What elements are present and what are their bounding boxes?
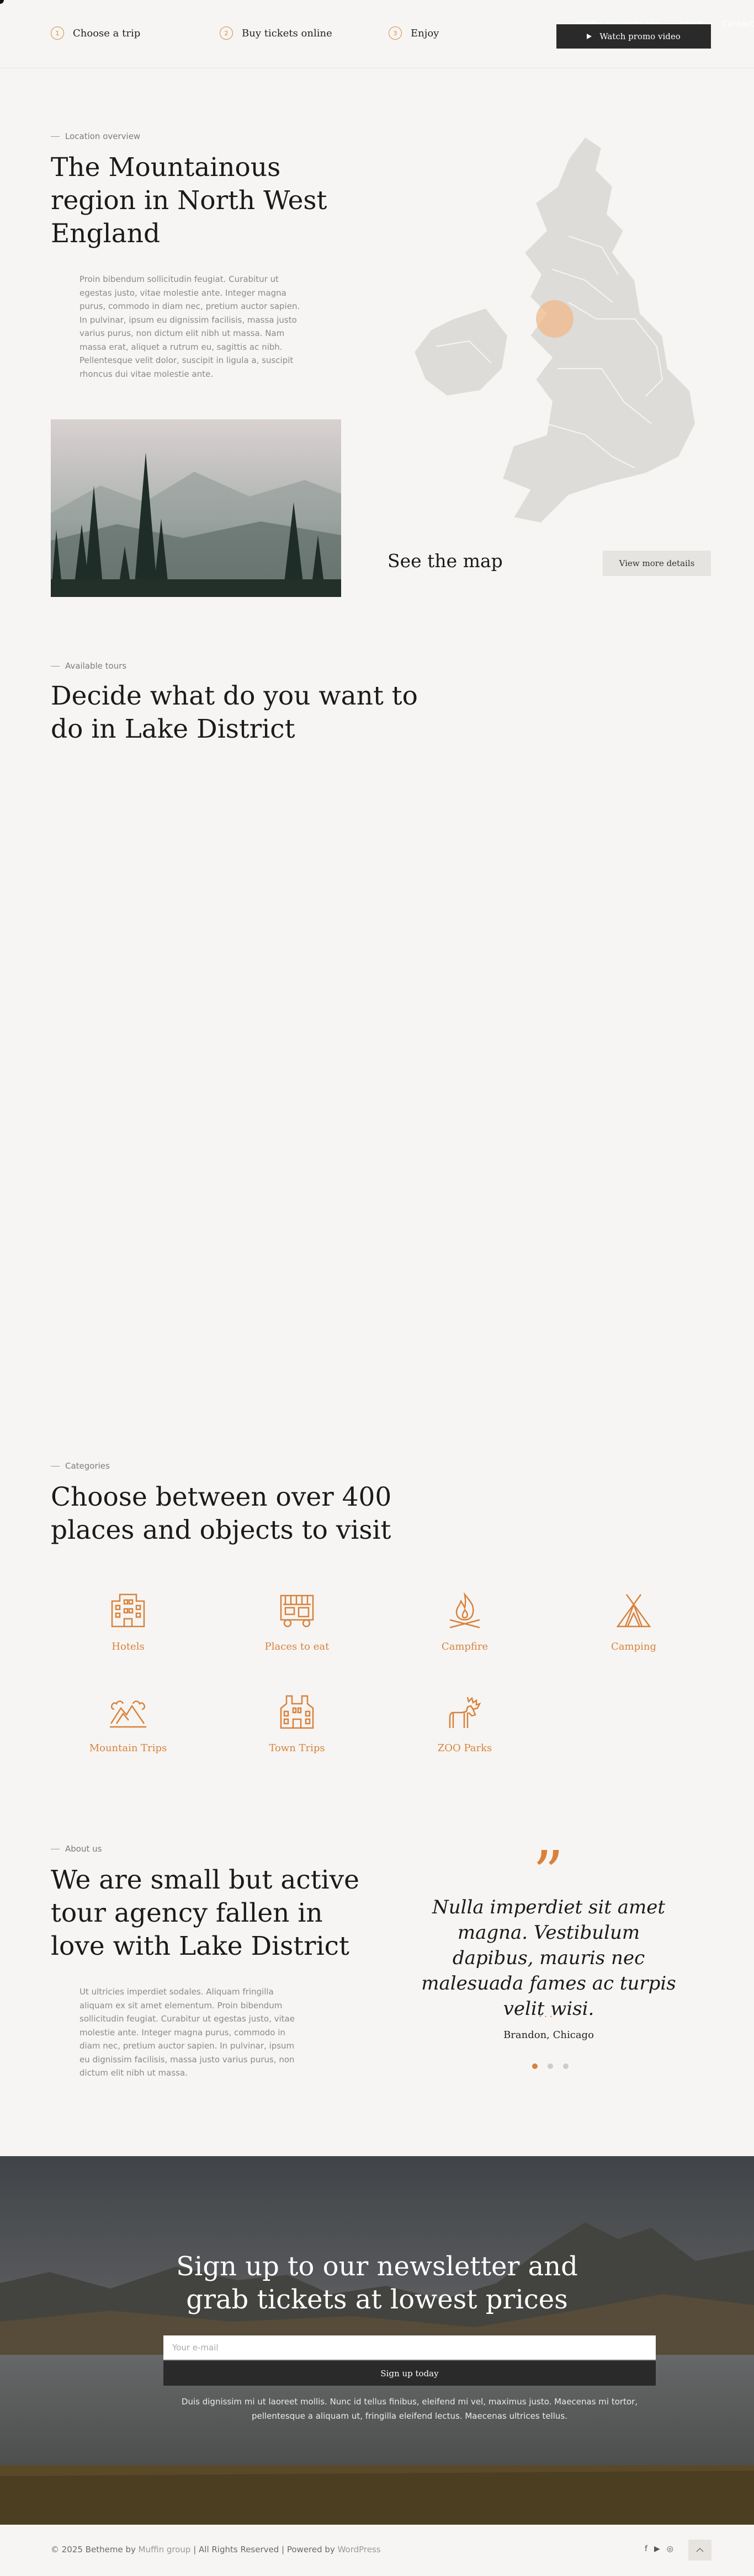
category-label: Places to eat [264, 1641, 330, 1652]
about-eyebrow: About us [51, 1844, 102, 1854]
instagram-icon[interactable]: ◎ [667, 2545, 673, 2553]
wordpress-link[interactable]: WordPress [338, 2545, 381, 2554]
location-body: Proin bibendum sollicitudin feugiat. Cur… [79, 274, 300, 379]
footer: © 2025 Betheme by Muffin group | All Rig… [0, 2525, 754, 2576]
eyebrow-label: Categories [65, 1461, 110, 1471]
step-number: 2 [220, 26, 233, 40]
step-choose-trip: 1 Choose a trip [51, 26, 220, 40]
tours-eyebrow: Available tours [51, 661, 126, 671]
copyright-mid: | All Rights Reserved | Powered by [190, 2545, 338, 2554]
town-icon [280, 1695, 314, 1729]
step-label: Buy tickets online [242, 27, 332, 39]
testimonial-quote: Nulla imperdiet sit amet magna. Vestibul… [421, 1896, 676, 2020]
top-bar: 1 Choose a trip 2 Buy tickets online 3 E… [0, 0, 754, 68]
category-label: Camping [611, 1641, 656, 1652]
campfire-icon [449, 1592, 480, 1629]
nav-info[interactable]: Info [484, 19, 500, 29]
hotel-icon [111, 1593, 145, 1628]
watch-promo-video-button[interactable]: Watch promo video [556, 24, 711, 49]
category-campfire[interactable]: Campfire [410, 1591, 520, 1652]
categories-title: Choose between over 400 places and objec… [51, 1482, 392, 1545]
promo-button-label: Watch promo video [599, 31, 681, 41]
category-label: Campfire [441, 1641, 488, 1652]
location-eyebrow: Location overview [51, 131, 140, 141]
about-body: Ut ultricies imperdiet sodales. Aliquam … [79, 1987, 295, 2078]
eyebrow-label: Location overview [65, 131, 141, 141]
misty-forest-image [51, 419, 341, 597]
pager-dot-1[interactable] [532, 2063, 538, 2069]
category-mountain-trips[interactable]: Mountain Trips [73, 1693, 183, 1754]
category-town-trips[interactable]: Town Trips [242, 1693, 352, 1754]
eyebrow-label: About us [65, 1844, 102, 1854]
category-camping[interactable]: Camping [578, 1591, 689, 1652]
eyebrow-label: Available tours [65, 661, 127, 671]
food-truck-icon [280, 1594, 314, 1628]
back-to-top-button[interactable] [688, 2540, 711, 2561]
testimonial-author: Brandon, Chicago [503, 2029, 594, 2041]
nav-tours[interactable]: Tours [444, 19, 465, 29]
mountain-icon [110, 1700, 146, 1728]
youtube-icon[interactable]: ▶ [654, 2545, 660, 2553]
category-zoo-parks[interactable]: ZOO Parks [410, 1693, 520, 1754]
corner-dot [0, 0, 4, 4]
nav-home[interactable]: Home [400, 19, 424, 29]
category-label: Hotels [111, 1641, 145, 1652]
newsletter-note: Duis dignissim mi ut laoreet mollis. Nun… [181, 2397, 638, 2421]
tours-title: Decide what do you want to do in Lake Di… [51, 681, 418, 744]
copyright-prefix: © 2025 Betheme by [51, 2545, 139, 2554]
nav-contact[interactable]: Contact [722, 19, 754, 29]
pager-dot-2[interactable] [548, 2063, 553, 2069]
copyright: © 2025 Betheme by Muffin group | All Rig… [51, 2545, 381, 2554]
location-title: The Mountainous region in North West Eng… [51, 152, 327, 249]
category-places-to-eat[interactable]: Places to eat [242, 1591, 352, 1652]
testimonial-pager [532, 2063, 569, 2069]
muffin-group-link[interactable]: Muffin group [139, 2545, 191, 2554]
uk-map [413, 137, 695, 523]
newsletter-title: Sign up to our newsletter and grab ticke… [176, 2251, 578, 2315]
eyebrow-dash [51, 136, 60, 137]
category-label: Town Trips [269, 1742, 325, 1754]
pager-dot-3[interactable] [563, 2063, 569, 2069]
social-links: f ▶ ◎ [645, 2545, 673, 2553]
categories-eyebrow: Categories [51, 1461, 110, 1471]
tent-icon [616, 1594, 651, 1628]
category-hotels[interactable]: Hotels [73, 1591, 183, 1652]
view-more-details-button[interactable]: View more details [603, 551, 711, 576]
step-label: Choose a trip [73, 27, 141, 39]
map-title: See the map [387, 550, 503, 572]
about-title: We are small but active tour agency fall… [51, 1865, 359, 1961]
lake-district-marker[interactable] [536, 300, 574, 338]
step-number: 1 [51, 26, 64, 40]
facebook-icon[interactable]: f [645, 2545, 647, 2553]
nav-locations[interactable]: Locations [518, 19, 557, 29]
chevron-up-icon [696, 2548, 704, 2552]
step-label: Enjoy [411, 27, 439, 39]
play-icon [587, 34, 592, 39]
email-input[interactable] [163, 2335, 656, 2360]
moose-icon [449, 1697, 481, 1728]
category-label: ZOO Parks [437, 1742, 492, 1754]
quote-separator: ... [539, 2008, 555, 2020]
sign-up-button[interactable]: Sign up today [163, 2361, 656, 2386]
step-buy-tickets: 2 Buy tickets online [220, 26, 389, 40]
category-label: Mountain Trips [89, 1742, 167, 1754]
